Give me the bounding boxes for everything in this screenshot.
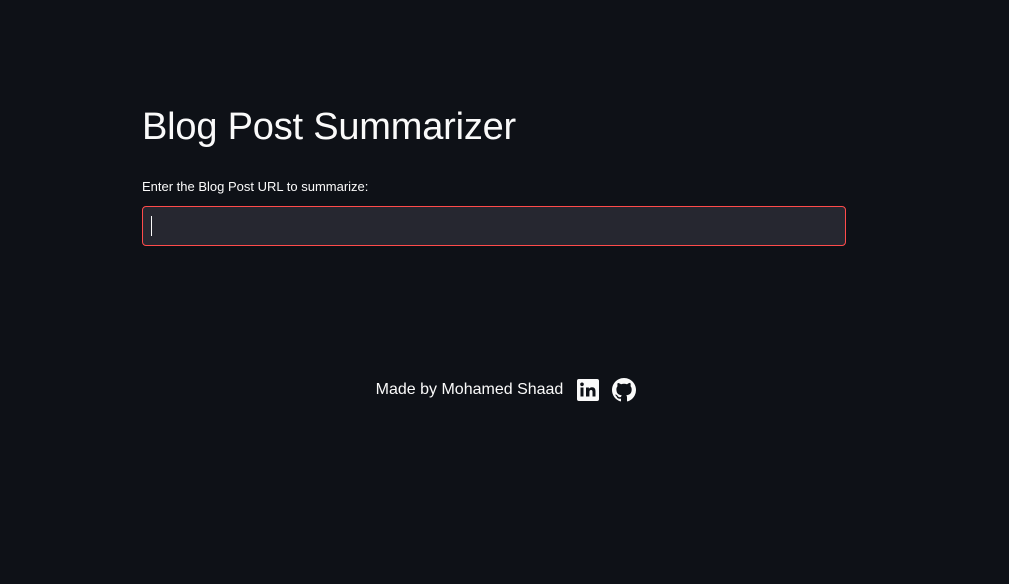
app-page: Blog Post Summarizer Enter the Blog Post… [0, 0, 1009, 584]
footer-credit: Made by Mohamed Shaad [375, 381, 564, 398]
text-cursor [151, 216, 152, 236]
github-icon [612, 378, 637, 402]
url-input-label: Enter the Blog Post URL to summarize: [142, 179, 369, 194]
github-link[interactable] [611, 377, 637, 403]
linkedin-icon [577, 379, 600, 401]
blog-url-input[interactable] [142, 206, 846, 246]
page-title: Blog Post Summarizer [142, 106, 517, 148]
footer: Made by Mohamed Shaad [0, 375, 1009, 405]
linkedin-link[interactable] [575, 377, 601, 403]
